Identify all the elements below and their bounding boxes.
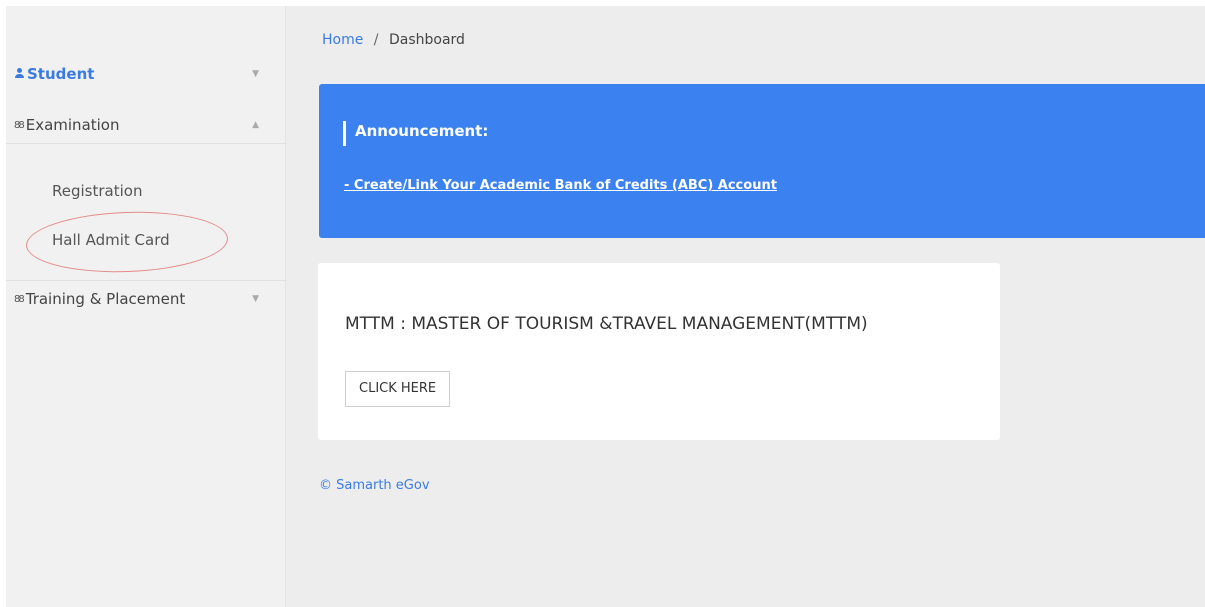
submenu-item-registration[interactable]: Registration bbox=[52, 182, 142, 200]
sidebar-item-examination-wrap: 88 Examination bbox=[6, 116, 120, 134]
sidebar-item-examination-label: Examination bbox=[25, 116, 120, 134]
footer-copyright: © Samarth eGov bbox=[319, 478, 430, 493]
sidebar-item-student[interactable]: Student ▼ bbox=[6, 56, 285, 92]
announcement-accent-bar bbox=[343, 121, 346, 146]
chevron-down-icon: ▼ bbox=[252, 294, 259, 304]
page: Student ▼ 88 Examination ▲ Registration … bbox=[0, 0, 1205, 607]
submenu-item-hall-admit-card[interactable]: Hall Admit Card bbox=[52, 231, 170, 249]
announcement-panel: Announcement: - Create/Link Your Academi… bbox=[319, 84, 1205, 238]
users-icon: 88 bbox=[14, 119, 25, 131]
chevron-down-icon: ▼ bbox=[252, 69, 259, 79]
breadcrumb-current: Dashboard bbox=[388, 32, 465, 48]
sidebar-item-student-wrap: Student bbox=[6, 65, 94, 83]
course-title: MTTM : MASTER OF TOURISM &TRAVEL MANAGEM… bbox=[345, 314, 868, 334]
chevron-up-icon: ▲ bbox=[252, 120, 259, 130]
sidebar-item-training-wrap: 88 Training & Placement bbox=[6, 290, 185, 308]
sidebar-item-training-label: Training & Placement bbox=[25, 290, 186, 308]
course-card: MTTM : MASTER OF TOURISM &TRAVEL MANAGEM… bbox=[318, 263, 1000, 440]
sidebar-item-examination[interactable]: 88 Examination ▲ bbox=[6, 107, 285, 144]
user-icon bbox=[14, 68, 25, 80]
click-here-button[interactable]: CLICK HERE bbox=[345, 371, 451, 407]
abc-account-link[interactable]: - Create/Link Your Academic Bank of Cred… bbox=[344, 178, 777, 193]
breadcrumb: Home / Dashboard bbox=[322, 32, 465, 48]
main-content: Home / Dashboard Announcement: - Create/… bbox=[286, 6, 1205, 607]
breadcrumb-separator: / bbox=[373, 32, 379, 48]
users-icon: 88 bbox=[14, 293, 25, 305]
sidebar-item-training-placement[interactable]: 88 Training & Placement ▼ bbox=[6, 280, 285, 317]
sidebar-item-student-label: Student bbox=[27, 65, 95, 83]
breadcrumb-home-link[interactable]: Home bbox=[322, 32, 363, 48]
announcement-title: Announcement: bbox=[355, 122, 489, 140]
sidebar: Student ▼ 88 Examination ▲ Registration … bbox=[6, 6, 286, 607]
